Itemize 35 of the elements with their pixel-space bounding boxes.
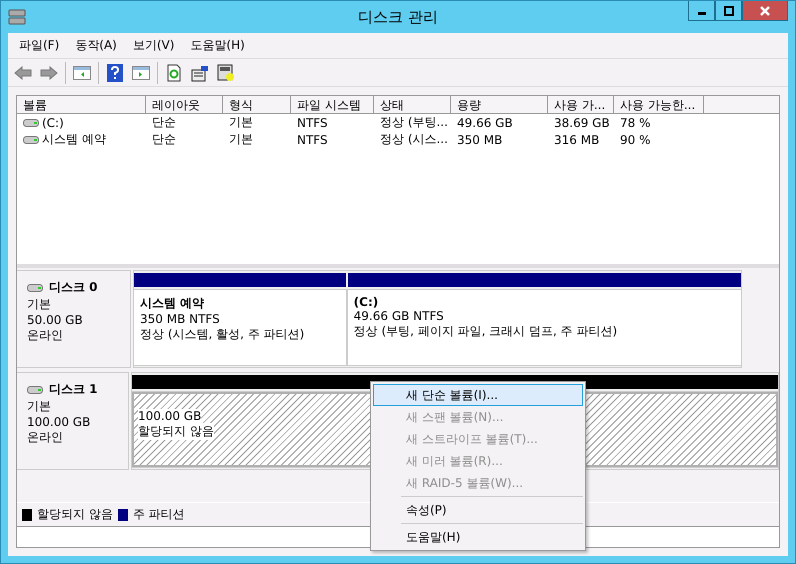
disk-name: 디스크 0 (49, 279, 98, 296)
table-cell-text: 단순 (151, 114, 177, 131)
disk-detail: 온라인 (27, 327, 64, 344)
table-cell-text: 단순 (151, 131, 177, 148)
table-cell-text: 기본 (228, 131, 254, 148)
partition-name: (C:) (354, 295, 380, 309)
table-cell-text: 49.66 GB (456, 116, 514, 130)
table-cell: (C:) (42, 116, 64, 130)
disk-name: 디스크 1 (49, 381, 98, 398)
partition-detail: 49.66 GB NTFS (354, 309, 444, 323)
legend-label: 주 파티션 (132, 506, 185, 523)
partition-detail: 350 MB NTFS (140, 312, 220, 326)
table-cell-text: NTFS (296, 132, 329, 146)
table-cell: 시스템 예약 (42, 131, 106, 148)
partition-detail: 정상 (부팅, 페이지 파일, 크래시 덤프, 주 파티션) (354, 323, 618, 340)
disk-detail: 기본 (27, 398, 52, 415)
table-cell-text: 90 % (619, 132, 652, 146)
disk-detail: 기본 (27, 296, 52, 313)
table-cell-text: 350 MB (456, 132, 504, 146)
legend-label: 할당되지 않음 (37, 506, 113, 523)
window-title: 디스크 관리 (358, 8, 438, 26)
table-cell-text: 38.69 GB (553, 116, 611, 130)
disk-detail: 100.00 GB (27, 415, 92, 429)
table-cell-text: 316 MB (553, 132, 600, 146)
partition-detail: 할당되지 않음 (138, 423, 214, 440)
disk-detail: 50.00 GB (27, 313, 84, 327)
table-cell-text: 기본 (228, 114, 254, 131)
partition-detail: 정상 (시스템, 활성, 주 파티션) (140, 326, 304, 343)
table-cell-text: 78 % (619, 116, 652, 130)
partition-detail: 100.00 GB (138, 409, 202, 423)
table-cell-text: 정상 (시스... (379, 131, 449, 148)
partition-name: 시스템 예약 (140, 295, 206, 312)
disk-detail: 온라인 (27, 429, 64, 446)
table-cell-text: 정상 (부팅... (379, 114, 449, 131)
table-cell-text: NTFS (296, 116, 329, 130)
